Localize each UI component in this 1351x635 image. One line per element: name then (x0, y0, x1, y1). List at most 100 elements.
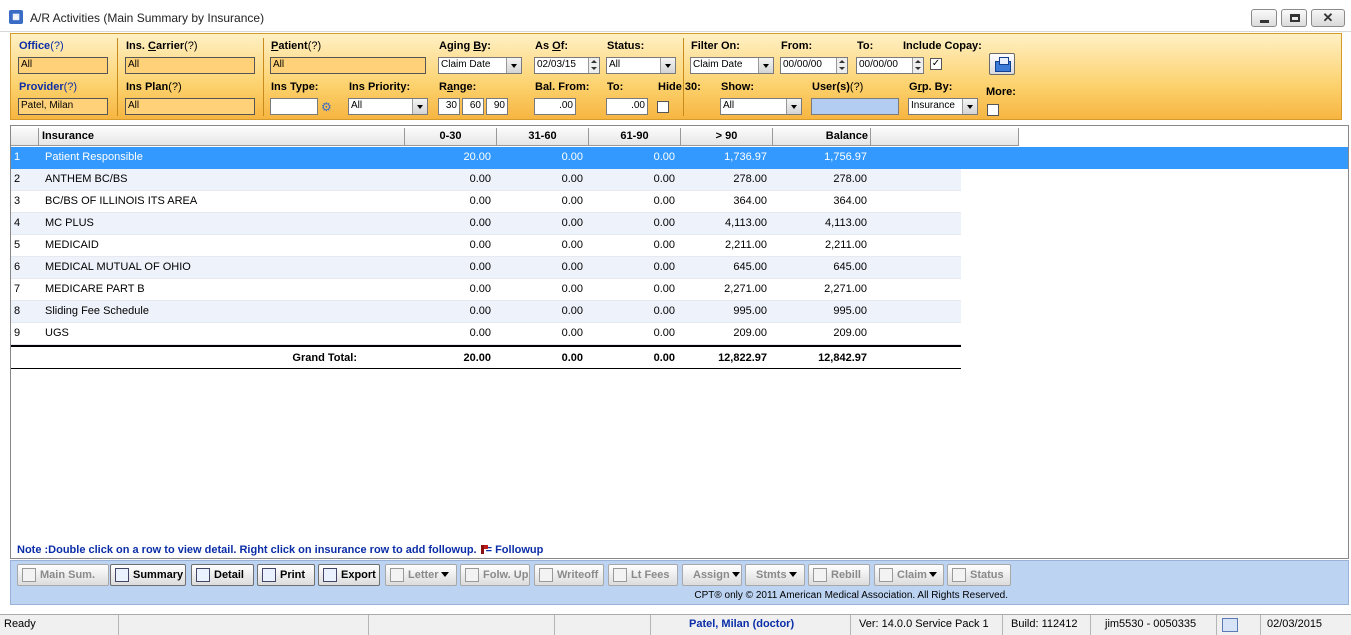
balance: 364.00 (833, 195, 867, 207)
app-icon: ▦ (9, 10, 23, 24)
assign-button[interactable]: Assign (682, 564, 742, 586)
aging-by-select[interactable]: Claim Date (438, 57, 522, 74)
provider-label[interactable]: Provider(?) (19, 81, 77, 93)
ins-type-lookup-icon[interactable]: ⚙ (321, 100, 337, 114)
amount-over-90: 995.00 (733, 305, 767, 317)
ins-plan-label[interactable]: Ins Plan(?) (126, 81, 182, 93)
column-header-31-60[interactable]: 31-60 (497, 128, 589, 145)
column-header-balance[interactable]: Balance (773, 128, 871, 145)
table-row[interactable]: 1 Patient Responsible 20.00 0.00 0.00 1,736.9… (11, 147, 1348, 169)
stmts-button[interactable]: Stmts (745, 564, 805, 586)
table-row[interactable]: 9 UGS 0.00 0.00 0.00 209.00 209.00 (11, 323, 961, 345)
to-date-field[interactable]: 00/00/00 (856, 57, 924, 74)
include-copay-checkbox[interactable]: ✓ (930, 58, 942, 70)
separator (263, 38, 264, 116)
rebill-button[interactable]: Rebill (808, 564, 870, 586)
copyright-notice: CPT® only © 2011 American Medical Associ… (694, 590, 1008, 601)
folw-up-button[interactable]: Folw. Up (460, 564, 530, 586)
window-controls: ✕ (1251, 9, 1345, 27)
minimize-icon (1260, 20, 1269, 23)
users-field[interactable] (811, 98, 899, 115)
table-row[interactable]: 2 ANTHEM BC/BS 0.00 0.00 0.00 278.00 278.00 (11, 169, 961, 191)
hide30-label: Hide 30: (658, 81, 701, 93)
office-label[interactable]: Office(?) (19, 40, 64, 52)
amount-over-90: 209.00 (733, 327, 767, 339)
table-row[interactable]: 3 BC/BS OF ILLINOIS ITS AREA 0.00 0.00 0.00 3… (11, 191, 961, 213)
open-folder-button[interactable] (989, 53, 1015, 75)
patient-label[interactable]: Patient(?) (271, 40, 321, 52)
amount-31-60: 0.00 (561, 151, 583, 163)
status-button[interactable]: Status (947, 564, 1011, 586)
row-number: 8 (14, 305, 21, 317)
office-field[interactable]: All (18, 57, 108, 74)
printer-icon (262, 568, 276, 582)
hide30-checkbox[interactable] (657, 101, 669, 113)
range-field-3[interactable]: 90 (486, 98, 508, 115)
followup-legend: = Followup (485, 544, 544, 556)
from-date-label: From: (781, 40, 813, 52)
folw-up-label: Folw. Up (483, 569, 529, 581)
writeoff-label: Writeoff (557, 569, 599, 581)
export-button[interactable]: Export (318, 564, 380, 586)
column-header-insurance[interactable]: Insurance (39, 128, 405, 145)
chevron-down-icon (788, 572, 797, 577)
total-61-90: 0.00 (653, 352, 675, 364)
amount-0-30: 0.00 (469, 239, 491, 251)
range-field-1[interactable]: 30 (438, 98, 460, 115)
table-row[interactable]: 6 MEDICAL MUTUAL OF OHIO 0.00 0.00 0.00 645.0… (11, 257, 961, 279)
status-label: Status (970, 569, 1004, 581)
spinner-icon[interactable] (912, 58, 923, 73)
maximize-button[interactable] (1281, 9, 1307, 27)
table-row[interactable]: 7 MEDICARE PART B 0.00 0.00 0.00 2,271.00 2,27… (11, 279, 961, 301)
column-header-61-90[interactable]: 61-90 (589, 128, 681, 145)
status-select[interactable]: All (606, 57, 676, 74)
minimize-button[interactable] (1251, 9, 1277, 27)
amount-0-30: 0.00 (469, 261, 491, 273)
provider-field[interactable]: Patel, Milan (18, 98, 108, 115)
ins-carrier-label[interactable]: Ins. Carrier(?) (126, 40, 198, 52)
column-header-0-30[interactable]: 0-30 (405, 128, 497, 145)
include-copay-label: Include Copay: (903, 40, 982, 52)
amount-31-60: 0.00 (561, 283, 583, 295)
lt-fees-button[interactable]: Lt Fees (608, 564, 678, 586)
total-balance: 12,842.97 (818, 352, 867, 364)
status-label: Status: (607, 40, 645, 52)
letter-button[interactable]: Letter (385, 564, 457, 586)
users-label[interactable]: User(s)(?) (812, 81, 863, 93)
spinner-icon[interactable] (588, 58, 599, 73)
from-date-field[interactable]: 00/00/00 (780, 57, 848, 74)
total-31-60: 0.00 (561, 352, 583, 364)
ins-carrier-field[interactable]: All (125, 57, 255, 74)
writeoff-button[interactable]: Writeoff (534, 564, 604, 586)
table-row[interactable]: 4 MC PLUS 0.00 0.00 0.00 4,113.00 4,113.00 (11, 213, 961, 235)
filter-on-label: Filter On: (691, 40, 740, 52)
chevron-down-icon (758, 58, 773, 73)
more-checkbox[interactable] (987, 104, 999, 116)
bal-to-field[interactable]: .00 (606, 98, 648, 115)
grp-by-select[interactable]: Insurance (908, 98, 978, 115)
status-ready: Ready (4, 618, 36, 630)
table-row[interactable]: 8 Sliding Fee Schedule 0.00 0.00 0.00 995.00 9… (11, 301, 961, 323)
status-value: All (609, 59, 621, 70)
balance: 2,271.00 (824, 283, 867, 295)
table-row[interactable]: 5 MEDICAID 0.00 0.00 0.00 2,211.00 2,211.00 (11, 235, 961, 257)
ins-priority-select[interactable]: All (348, 98, 428, 115)
as-of-field[interactable]: 02/03/15 (534, 57, 600, 74)
status-date: 02/03/2015 (1260, 615, 1351, 635)
print-button[interactable]: Print (257, 564, 315, 586)
detail-button[interactable]: Detail (191, 564, 254, 586)
range-field-2[interactable]: 60 (462, 98, 484, 115)
column-header-over-90[interactable]: > 90 (681, 128, 773, 145)
claim-button[interactable]: Claim (874, 564, 944, 586)
ins-plan-field[interactable]: All (125, 98, 255, 115)
export-label: Export (341, 569, 376, 581)
bal-from-field[interactable]: .00 (534, 98, 576, 115)
spinner-icon[interactable] (836, 58, 847, 73)
summary-button[interactable]: Summary (110, 564, 186, 586)
patient-field[interactable]: All (270, 57, 426, 74)
filter-on-select[interactable]: Claim Date (690, 57, 774, 74)
show-select[interactable]: All (720, 98, 802, 115)
main-sum-button[interactable]: Main Sum. (17, 564, 109, 586)
close-button[interactable]: ✕ (1311, 9, 1345, 27)
ins-type-field[interactable] (270, 98, 318, 115)
